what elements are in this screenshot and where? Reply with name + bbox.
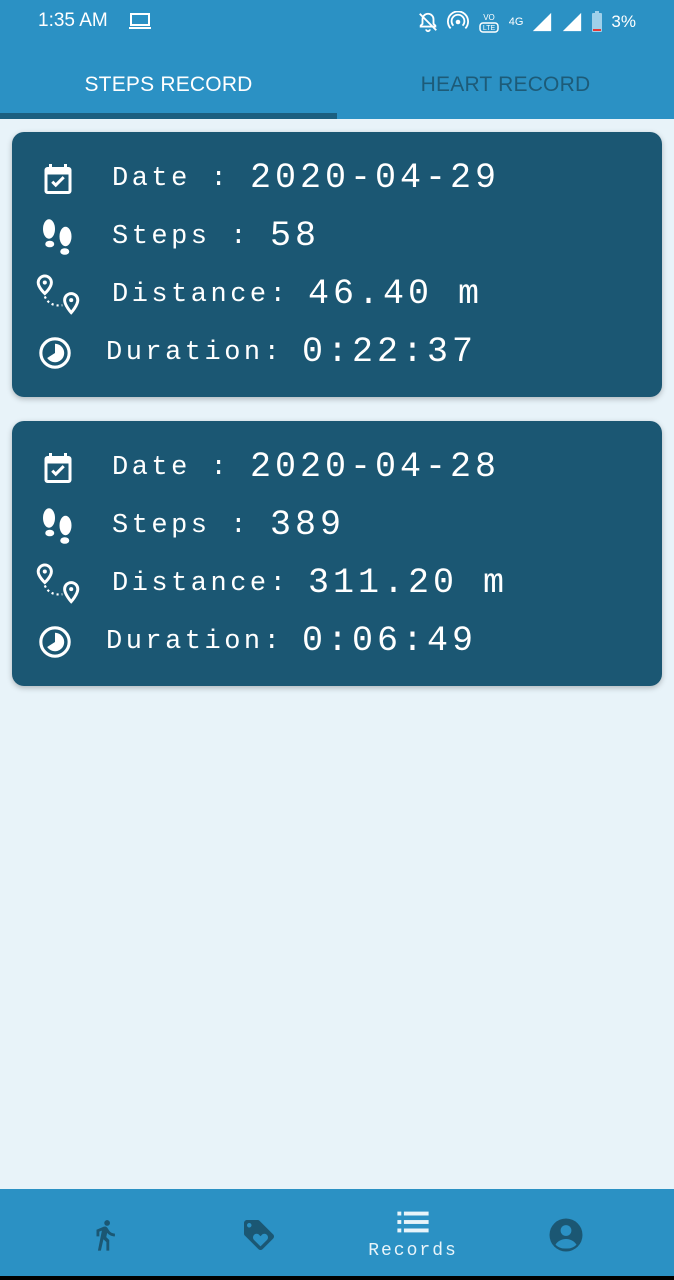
- distance-row: Distance: 311.20 m: [12, 555, 662, 611]
- laptop-icon: [129, 13, 151, 29]
- clock-icon: [39, 337, 71, 369]
- record-card[interactable]: Date : 2020-04-29 Steps : 58 Distance: 4…: [12, 132, 662, 397]
- record-card[interactable]: Date : 2020-04-28 Steps : 389 Distance: …: [12, 421, 662, 686]
- steps-label: Steps :: [112, 511, 250, 541]
- tab-heart-record[interactable]: HEART RECORD: [337, 50, 674, 119]
- hotspot-icon: [446, 11, 469, 30]
- footsteps-icon: [43, 508, 72, 544]
- distance-label: Distance:: [112, 569, 290, 599]
- clock-icon: [39, 626, 71, 658]
- distance-label: Distance:: [112, 280, 290, 310]
- status-time: 1:35 AM: [38, 10, 108, 31]
- nav-records[interactable]: Records: [329, 1189, 497, 1280]
- date-row: Date : 2020-04-28: [12, 439, 662, 495]
- distance-value: 311.20 m: [308, 563, 509, 603]
- duration-value: 0:06:49: [302, 621, 478, 661]
- steps-row: Steps : 389: [12, 497, 662, 553]
- svg-text:VO: VO: [483, 13, 495, 22]
- duration-value: 0:22:37: [302, 332, 478, 372]
- battery-icon: [592, 11, 603, 32]
- duration-label: Duration:: [106, 627, 284, 657]
- route-icon: [36, 274, 80, 315]
- steps-value: 389: [270, 505, 346, 545]
- date-label: Date :: [112, 164, 231, 194]
- bottom-navigation: Records: [0, 1189, 674, 1280]
- nav-records-label: Records: [368, 1240, 458, 1261]
- list-icon: [397, 1211, 429, 1232]
- steps-value: 58: [270, 216, 321, 256]
- footsteps-icon: [43, 219, 72, 255]
- tag-heart-icon: [244, 1219, 274, 1250]
- distance-row: Distance: 46.40 m: [12, 266, 662, 322]
- date-value: 2020-04-29: [250, 158, 501, 198]
- tab-bar: STEPS RECORD HEART RECORD: [0, 50, 674, 119]
- signal-icon: [533, 12, 552, 32]
- battery-percent: 3%: [611, 12, 636, 31]
- svg-text:LTE: LTE: [483, 25, 496, 32]
- nav-favorites[interactable]: [175, 1189, 343, 1280]
- notifications-off-icon: [418, 12, 437, 33]
- signal-secondary-icon: [563, 12, 582, 32]
- steps-row: Steps : 58: [12, 208, 662, 264]
- app-bar: 1:35 AM VO LTE 4G 3% STEPS RECORD HEART …: [0, 0, 674, 119]
- calendar-check-icon: [44, 453, 72, 483]
- tab-steps-record[interactable]: STEPS RECORD: [0, 50, 337, 119]
- account-icon: [549, 1218, 583, 1251]
- tab-indicator: [0, 113, 337, 119]
- running-icon: [96, 1219, 115, 1251]
- date-value: 2020-04-28: [250, 447, 501, 487]
- duration-label: Duration:: [106, 338, 284, 368]
- calendar-check-icon: [44, 164, 72, 194]
- status-bar: 1:35 AM VO LTE 4G 3%: [0, 0, 674, 44]
- volte-icon: VO LTE: [478, 13, 499, 33]
- date-row: Date : 2020-04-29: [12, 150, 662, 206]
- route-icon: [36, 563, 80, 604]
- nav-profile[interactable]: [482, 1189, 650, 1280]
- nav-activity[interactable]: [21, 1189, 189, 1280]
- duration-row: Duration: 0:06:49: [12, 613, 662, 669]
- date-label: Date :: [112, 453, 231, 483]
- system-bar-edge: [0, 1276, 674, 1280]
- distance-value: 46.40 m: [308, 274, 484, 314]
- steps-label: Steps :: [112, 222, 250, 252]
- duration-row: Duration: 0:22:37: [12, 324, 662, 380]
- network-type: 4G: [508, 16, 524, 28]
